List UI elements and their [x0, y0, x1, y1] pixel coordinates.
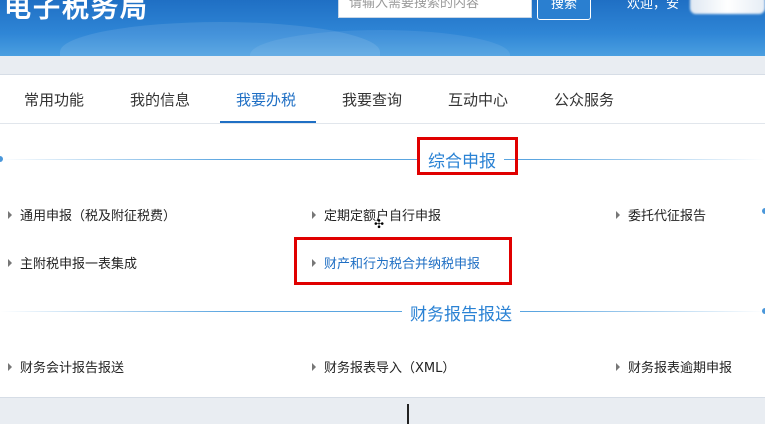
- search-input[interactable]: 请输入需要搜索的内容: [338, 0, 532, 18]
- section-title-financial-report: 财务报告报送: [402, 300, 520, 325]
- blurred-username: [690, 0, 765, 14]
- link-financial-accounting-report[interactable]: 财务会计报告报送: [8, 357, 124, 376]
- tab-tax-handling[interactable]: 我要办税: [236, 89, 296, 110]
- caret-right-icon: [8, 259, 12, 267]
- link-financial-statement-import[interactable]: 财务报表导入（XML）: [312, 357, 455, 376]
- tab-public-service[interactable]: 公众服务: [554, 89, 614, 110]
- tab-common-functions[interactable]: 常用功能: [24, 89, 84, 110]
- tab-query[interactable]: 我要查询: [342, 89, 402, 110]
- link-general-declaration[interactable]: 通用申报（税及附征税费）: [8, 205, 176, 224]
- caret-right-icon: [8, 363, 12, 371]
- caret-right-icon: [616, 211, 620, 219]
- header-banner: 电子税务局 请输入需要搜索的内容 搜索 欢迎，安: [0, 0, 765, 56]
- bottom-strip: [0, 404, 765, 424]
- site-title: 电子税务局: [4, 0, 149, 24]
- search-button[interactable]: 搜索: [537, 0, 591, 20]
- link-entrusted-collection-report[interactable]: 委托代征报告: [616, 205, 706, 224]
- caret-right-icon: [312, 363, 316, 371]
- highlight-box: [417, 137, 518, 175]
- active-tab-indicator: [220, 121, 316, 123]
- link-main-sub-tax-integration[interactable]: 主附税申报一表集成: [8, 253, 137, 272]
- caret-right-icon: [616, 363, 620, 371]
- tab-my-info[interactable]: 我的信息: [130, 89, 190, 110]
- divider-dot: [0, 156, 3, 162]
- main-nav: 常用功能 我的信息 我要办税 我要查询 互动中心 公众服务: [0, 75, 765, 124]
- link-financial-statement-overdue[interactable]: 财务报表逾期申报: [616, 357, 732, 376]
- main-panel: 常用功能 我的信息 我要办税 我要查询 互动中心 公众服务 综合申报 通用申报（…: [0, 74, 765, 398]
- highlight-box: [294, 237, 512, 285]
- caret-right-icon: [8, 211, 12, 219]
- section-divider: [0, 311, 765, 312]
- welcome-text: 欢迎，安: [627, 0, 680, 12]
- tab-interaction-center[interactable]: 互动中心: [448, 89, 508, 110]
- section-divider: [0, 159, 765, 160]
- scroll-marker: [407, 404, 409, 424]
- move-cursor-icon: ✣: [374, 217, 385, 231]
- caret-right-icon: [312, 211, 316, 219]
